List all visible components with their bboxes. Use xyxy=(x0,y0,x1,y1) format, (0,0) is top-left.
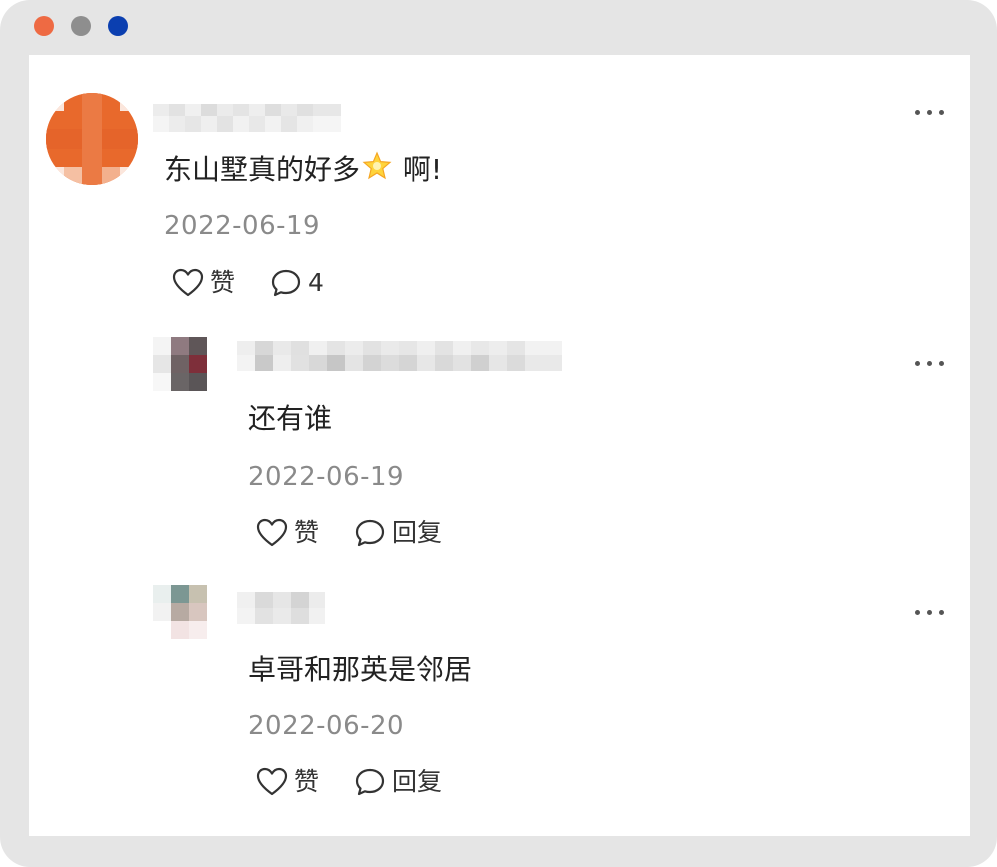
like-button[interactable]: 赞 xyxy=(256,516,319,550)
avatar[interactable] xyxy=(46,93,138,185)
like-label: 赞 xyxy=(294,767,320,796)
like-button[interactable]: 赞 xyxy=(256,765,319,799)
reply-item: 卓哥和那英是邻居 2022-06-20 赞 回复 xyxy=(29,580,970,820)
reply-button[interactable]: 回复 xyxy=(354,516,442,550)
username-redacted[interactable] xyxy=(237,590,325,626)
close-window-button[interactable] xyxy=(34,16,54,36)
reply-button[interactable]: 回复 xyxy=(354,765,442,799)
avatar[interactable] xyxy=(153,337,207,391)
reply-count: 4 xyxy=(308,268,324,297)
username-redacted[interactable] xyxy=(237,339,562,375)
more-options-icon[interactable] xyxy=(915,110,945,116)
comment-bubble-icon xyxy=(355,519,385,547)
reply-item: 还有谁 2022-06-19 赞 回复 xyxy=(29,325,970,565)
username-redacted[interactable] xyxy=(153,100,341,136)
heart-icon xyxy=(256,518,288,547)
like-label: 赞 xyxy=(294,518,320,547)
window-frame: 东山墅真的好多 啊! 2022-06-19 赞 4 还有谁 2022-06-19… xyxy=(0,0,997,867)
reply-text: 还有谁 xyxy=(248,402,333,435)
like-label: 赞 xyxy=(210,268,236,297)
reply-label: 回复 xyxy=(392,767,443,796)
minimize-window-button[interactable] xyxy=(71,16,91,36)
heart-icon xyxy=(172,268,204,297)
comment-bubble-icon xyxy=(271,269,301,297)
more-options-icon[interactable] xyxy=(915,610,945,616)
reply-date: 2022-06-20 xyxy=(248,711,405,741)
star-emoji-icon xyxy=(362,151,392,190)
comment-date: 2022-06-19 xyxy=(164,211,321,241)
maximize-window-button[interactable] xyxy=(108,16,128,36)
heart-icon xyxy=(256,767,288,796)
comment-bubble-icon xyxy=(355,768,385,796)
more-options-icon[interactable] xyxy=(915,361,945,367)
comment-panel: 东山墅真的好多 啊! 2022-06-19 赞 4 还有谁 2022-06-19… xyxy=(29,55,970,836)
comment-text: 东山墅真的好多 啊! xyxy=(164,151,442,190)
comment-item: 东山墅真的好多 啊! 2022-06-19 赞 4 xyxy=(29,55,970,315)
like-button[interactable]: 赞 xyxy=(172,266,235,300)
reply-count-button[interactable]: 4 xyxy=(270,266,324,300)
reply-label: 回复 xyxy=(392,518,443,547)
avatar[interactable] xyxy=(153,585,207,639)
reply-date: 2022-06-19 xyxy=(248,462,405,492)
reply-text: 卓哥和那英是邻居 xyxy=(248,653,473,686)
